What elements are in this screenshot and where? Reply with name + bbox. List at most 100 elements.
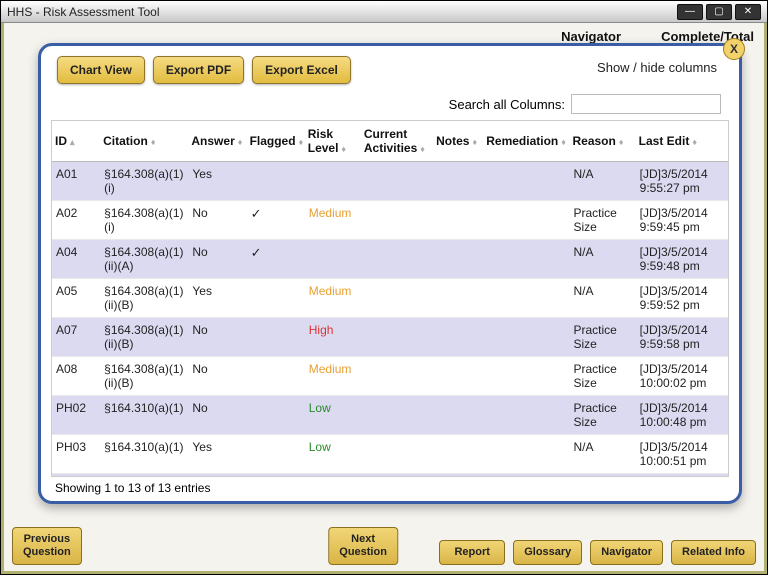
cell-notes [433, 162, 483, 201]
cell-answer: No [188, 396, 246, 435]
cell-flagged [247, 279, 305, 318]
cell-remediation [483, 201, 569, 240]
cell-notes [433, 396, 483, 435]
col-reason[interactable]: Reason♦ [569, 121, 635, 162]
cell-reason: Practice Size [569, 201, 635, 240]
table-row[interactable]: PH04§164.310(a)NoMediumN/A[JD]3/5/2014 [52, 474, 728, 478]
cell-answer: No [188, 201, 246, 240]
previous-question-button[interactable]: PreviousQuestion [12, 527, 82, 565]
cell-remediation [483, 396, 569, 435]
cell-id: PH04 [52, 474, 100, 478]
cell-remediation [483, 474, 569, 478]
cell-activities [361, 201, 433, 240]
cell-risk: Low [305, 435, 361, 474]
cell-id: A05 [52, 279, 100, 318]
col-risk[interactable]: Risk Level♦ [305, 121, 361, 162]
cell-risk: Medium [305, 279, 361, 318]
entries-info: Showing 1 to 13 of 13 entries [51, 479, 729, 497]
cell-id: A07 [52, 318, 100, 357]
cell-last: [JD]3/5/2014 9:55:27 pm [636, 162, 728, 201]
cell-flagged [247, 240, 305, 279]
table-row[interactable]: A07§164.308(a)(1)(ii)(B)NoHighPractice S… [52, 318, 728, 357]
cell-citation: §164.308(a)(1)(ii)(A) [100, 240, 188, 279]
col-citation[interactable]: Citation♦ [100, 121, 188, 162]
cell-activities [361, 162, 433, 201]
cell-citation: §164.308(a)(1)(i) [100, 162, 188, 201]
cell-notes [433, 357, 483, 396]
cell-activities [361, 357, 433, 396]
next-question-button[interactable]: NextQuestion [328, 527, 398, 565]
cell-reason: N/A [569, 435, 635, 474]
navigator-button[interactable]: Navigator [590, 540, 663, 565]
cell-risk: Low [305, 396, 361, 435]
table-row[interactable]: PH03§164.310(a)(1)YesLowN/A[JD]3/5/2014 … [52, 435, 728, 474]
titlebar: HHS - Risk Assessment Tool — ▢ ✕ [1, 1, 767, 23]
cell-notes [433, 240, 483, 279]
table-row[interactable]: A05§164.308(a)(1)(ii)(B)YesMediumN/A[JD]… [52, 279, 728, 318]
cell-notes [433, 279, 483, 318]
cell-citation: §164.308(a)(1)(ii)(B) [100, 318, 188, 357]
cell-activities [361, 279, 433, 318]
cell-reason: Practice Size [569, 357, 635, 396]
col-remediation[interactable]: Remediation♦ [483, 121, 569, 162]
cell-last: [JD]3/5/2014 10:00:02 pm [636, 357, 728, 396]
show-hide-columns-link[interactable]: Show / hide columns [591, 56, 723, 79]
modal-toolbar: Chart View Export PDF Export Excel Show … [51, 54, 729, 90]
window-title: HHS - Risk Assessment Tool [7, 5, 160, 19]
check-icon [251, 207, 262, 221]
export-excel-button[interactable]: Export Excel [252, 56, 351, 84]
minimize-button[interactable]: — [677, 4, 703, 20]
glossary-button[interactable]: Glossary [513, 540, 582, 565]
cell-activities [361, 435, 433, 474]
col-notes[interactable]: Notes♦ [433, 121, 483, 162]
cell-citation: §164.310(a) [100, 474, 188, 478]
cell-answer: No [188, 357, 246, 396]
col-answer[interactable]: Answer♦ [188, 121, 246, 162]
search-input[interactable] [571, 94, 721, 114]
cell-risk [305, 162, 361, 201]
close-button[interactable]: ✕ [735, 4, 761, 20]
col-activities[interactable]: Current Activities♦ [361, 121, 433, 162]
table-row[interactable]: A04§164.308(a)(1)(ii)(A)NoN/A[JD]3/5/201… [52, 240, 728, 279]
cell-risk: Medium [305, 357, 361, 396]
related-info-button[interactable]: Related Info [671, 540, 756, 565]
search-row: Search all Columns: [51, 90, 729, 120]
cell-flagged [247, 396, 305, 435]
cell-flagged [247, 318, 305, 357]
cell-citation: §164.308(a)(1)(ii)(B) [100, 357, 188, 396]
app-window: HHS - Risk Assessment Tool — ▢ ✕ Navigat… [0, 0, 768, 575]
bottom-bar: PreviousQuestion NextQuestion Report Glo… [12, 517, 756, 565]
cell-answer: Yes [188, 435, 246, 474]
results-table: ID▴ Citation♦ Answer♦ Flagged♦ Risk Leve… [52, 121, 728, 477]
col-flagged[interactable]: Flagged♦ [247, 121, 305, 162]
cell-activities [361, 318, 433, 357]
cell-reason: Practice Size [569, 318, 635, 357]
modal-close-button[interactable]: X [723, 38, 745, 60]
table-row[interactable]: A08§164.308(a)(1)(ii)(B)NoMediumPractice… [52, 357, 728, 396]
search-label: Search all Columns: [449, 97, 565, 112]
cell-activities [361, 240, 433, 279]
cell-remediation [483, 240, 569, 279]
check-icon [251, 246, 262, 260]
cell-id: PH02 [52, 396, 100, 435]
results-table-wrap[interactable]: ID▴ Citation♦ Answer♦ Flagged♦ Risk Leve… [51, 120, 729, 477]
cell-remediation [483, 435, 569, 474]
col-last[interactable]: Last Edit♦ [636, 121, 728, 162]
table-row[interactable]: A02§164.308(a)(1)(i)NoMediumPractice Siz… [52, 201, 728, 240]
export-pdf-button[interactable]: Export PDF [153, 56, 244, 84]
app-body: Navigator Complete/Total X Chart View Ex… [1, 23, 767, 574]
table-row[interactable]: PH02§164.310(a)(1)NoLowPractice Size[JD]… [52, 396, 728, 435]
cell-activities [361, 396, 433, 435]
col-id[interactable]: ID▴ [52, 121, 100, 162]
table-row[interactable]: A01§164.308(a)(1)(i)YesN/A[JD]3/5/2014 9… [52, 162, 728, 201]
chart-view-button[interactable]: Chart View [57, 56, 145, 84]
cell-flagged [247, 474, 305, 478]
cell-last: [JD]3/5/2014 [636, 474, 728, 478]
maximize-button[interactable]: ▢ [706, 4, 732, 20]
report-button[interactable]: Report [439, 540, 505, 565]
cell-citation: §164.310(a)(1) [100, 396, 188, 435]
cell-answer: No [188, 474, 246, 478]
cell-remediation [483, 357, 569, 396]
cell-last: [JD]3/5/2014 9:59:58 pm [636, 318, 728, 357]
cell-risk: Medium [305, 201, 361, 240]
